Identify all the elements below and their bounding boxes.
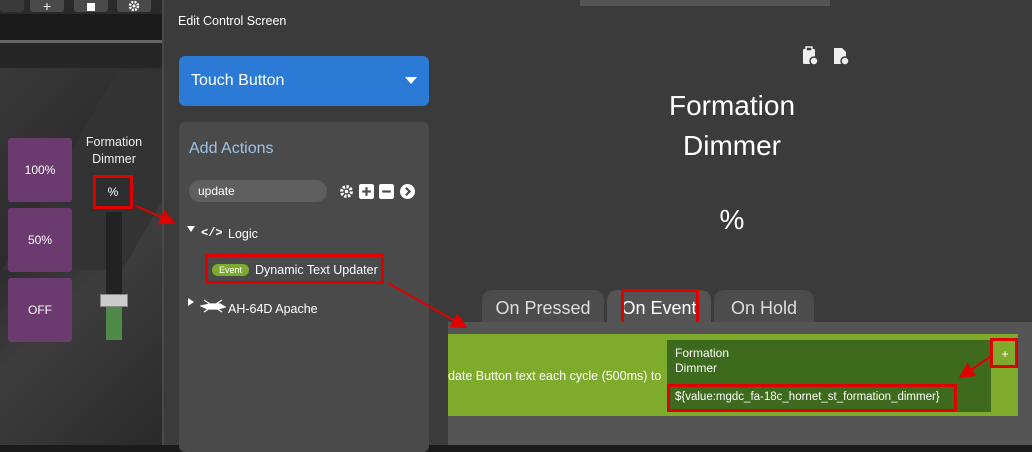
annotation-arrows-icon <box>135 205 991 379</box>
